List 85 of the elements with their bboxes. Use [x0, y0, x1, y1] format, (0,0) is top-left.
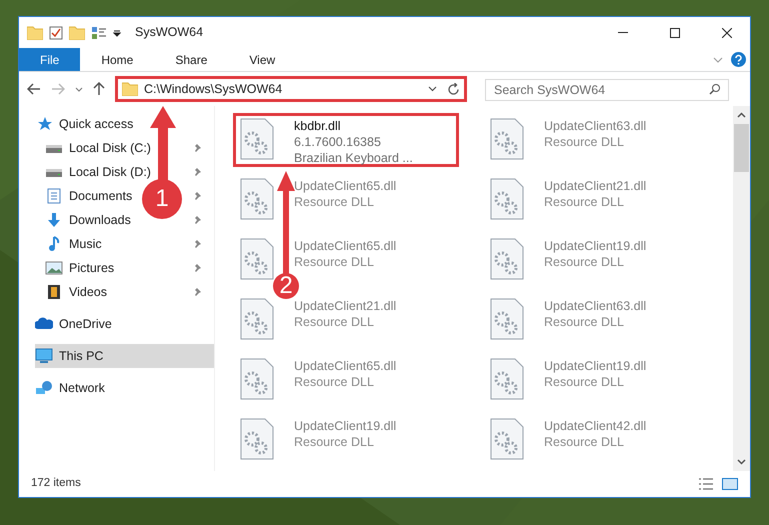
file-detail: Brazilian Keyboard ...	[294, 150, 413, 166]
file-name[interactable]: UpdateClient19.dll	[544, 238, 646, 254]
scroll-up-icon[interactable]	[737, 112, 746, 118]
dll-file-icon	[490, 118, 524, 160]
ribbon-tab[interactable]: File	[19, 48, 80, 71]
sidebar-item[interactable]: Local Disk (D:)	[45, 162, 151, 182]
document-icon	[45, 188, 63, 204]
file-detail: Resource DLL	[544, 434, 625, 450]
address-bar[interactable]: C:\Windows\SysWOW64	[115, 76, 467, 102]
details-view-icon[interactable]	[698, 478, 714, 490]
dll-file-icon	[490, 238, 524, 280]
file-detail: Resource DLL	[544, 314, 625, 330]
file-detail: Resource DLL	[294, 194, 375, 210]
dll-file-icon	[240, 118, 274, 160]
ribbon-tab[interactable]: Home	[80, 48, 154, 71]
file-name[interactable]: UpdateClient19.dll	[294, 418, 396, 434]
ribbon-tab[interactable]: Share	[154, 48, 228, 71]
dll-file-icon	[240, 298, 274, 340]
sidebar-item[interactable]: Local Disk (C:)	[45, 138, 151, 158]
status-text: 172 items	[31, 476, 82, 492]
pictures-icon	[45, 260, 63, 276]
computer-icon	[35, 348, 53, 364]
back-arrow-icon[interactable]	[27, 83, 41, 95]
help-icon[interactable]	[731, 52, 746, 67]
dll-file-icon	[490, 178, 524, 220]
file-detail: Resource DLL	[294, 374, 375, 390]
sidebar-item[interactable]: OneDrive	[35, 314, 112, 334]
file-name[interactable]: kbdbr.dll	[294, 118, 413, 134]
file-detail: Resource DLL	[294, 254, 375, 270]
sidebar-item[interactable]: Pictures	[45, 258, 114, 278]
scroll-down-icon[interactable]	[737, 459, 746, 465]
dll-file-icon	[490, 418, 524, 460]
file-name[interactable]: UpdateClient65.dll	[294, 178, 396, 194]
file-name[interactable]: UpdateClient21.dll	[294, 298, 396, 314]
cloud-icon	[35, 316, 53, 332]
dll-file-icon	[240, 178, 274, 220]
file-name[interactable]: UpdateClient65.dll	[294, 238, 396, 254]
chevron-down-icon[interactable]	[75, 86, 83, 92]
maximize-icon	[670, 28, 680, 38]
file-detail: Resource DLL	[544, 134, 625, 150]
dll-file-icon	[240, 358, 274, 400]
close-icon	[722, 28, 732, 38]
folder-icon	[122, 82, 138, 96]
dll-file-icon	[490, 358, 524, 400]
ribbon-tab[interactable]: View	[228, 48, 296, 71]
scrollbar[interactable]	[733, 106, 750, 471]
file-name[interactable]: UpdateClient19.dll	[544, 358, 646, 374]
properties-icon[interactable]	[91, 26, 107, 40]
checklist-icon[interactable]	[49, 26, 63, 40]
file-name[interactable]: UpdateClient42.dll	[544, 418, 646, 434]
up-arrow-icon[interactable]	[93, 82, 105, 96]
file-detail: Resource DLL	[294, 314, 375, 330]
window-title: SysWOW64	[135, 24, 204, 42]
refresh-icon[interactable]	[447, 82, 460, 96]
download-icon	[45, 212, 63, 228]
file-detail: Resource DLL	[544, 374, 625, 390]
file-detail: Resource DLL	[544, 194, 625, 210]
sidebar-item[interactable]: Downloads	[45, 210, 131, 230]
sidebar-item[interactable]: Quick access	[35, 114, 134, 134]
search-icon	[709, 83, 721, 95]
chevron-down-icon[interactable]	[428, 86, 437, 92]
network-icon	[35, 380, 53, 396]
sidebar-item[interactable]: Network	[35, 378, 105, 398]
new-folder-icon	[69, 26, 85, 40]
sidebar-item[interactable]: This PC	[35, 346, 104, 366]
search-field[interactable]: Search SysWOW64	[485, 79, 729, 101]
file-name[interactable]: UpdateClient65.dll	[294, 358, 396, 374]
file-detail: Resource DLL	[294, 434, 375, 450]
dropdown-icon[interactable]	[113, 28, 121, 36]
sidebar-item[interactable]: Music	[45, 234, 102, 254]
dll-file-icon	[240, 238, 274, 280]
folder-icon	[27, 26, 43, 40]
file-detail: Resource DLL	[544, 254, 625, 270]
sidebar-item[interactable]: Videos	[45, 282, 107, 302]
file-name[interactable]: UpdateClient63.dll	[544, 118, 646, 134]
scrollbar-thumb[interactable]	[734, 124, 749, 172]
dll-file-icon	[240, 418, 274, 460]
file-name[interactable]: UpdateClient21.dll	[544, 178, 646, 194]
file-detail: 6.1.7600.16385	[294, 134, 382, 150]
file-name[interactable]: UpdateClient63.dll	[544, 298, 646, 314]
large-icons-view-icon[interactable]	[722, 478, 738, 490]
dll-file-icon	[490, 298, 524, 340]
sidebar-item[interactable]: Documents	[45, 186, 132, 206]
film-icon	[45, 284, 63, 300]
minimize-icon	[618, 32, 628, 33]
